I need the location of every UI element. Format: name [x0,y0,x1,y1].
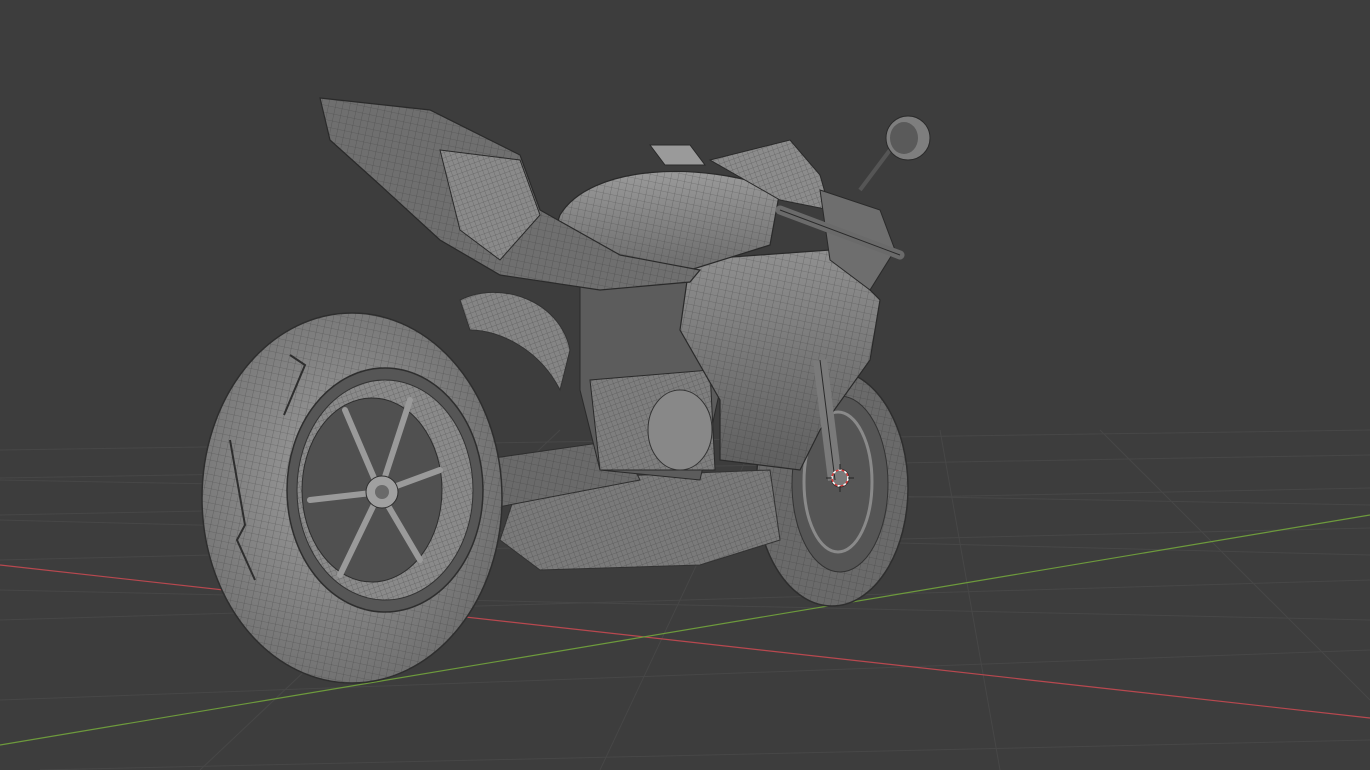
motorcycle-mesh[interactable] [201,97,931,684]
3d-viewport[interactable] [0,0,1370,770]
rear-wheel [201,312,503,684]
x-axis-line [0,564,1370,719]
viewport-canvas[interactable] [0,0,1370,770]
